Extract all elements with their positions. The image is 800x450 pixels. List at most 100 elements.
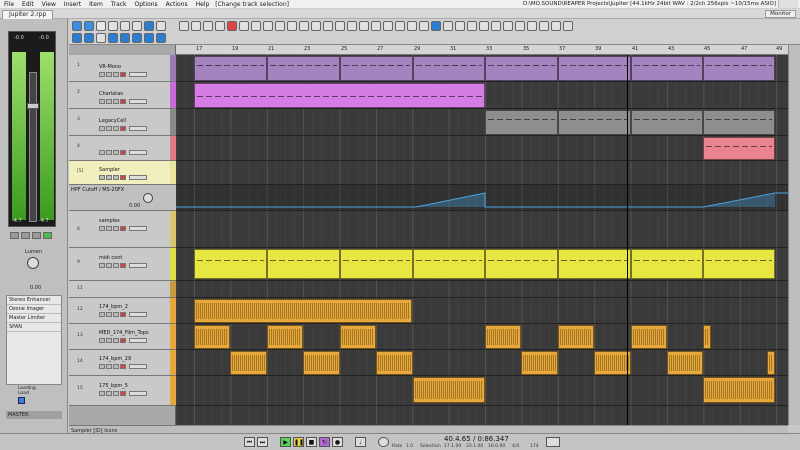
zoom-in-icon[interactable] bbox=[407, 21, 417, 31]
metronome-button[interactable]: ♩ bbox=[355, 437, 366, 447]
mute-item-icon[interactable] bbox=[359, 21, 369, 31]
open-project-icon[interactable] bbox=[84, 21, 94, 31]
window-controls[interactable] bbox=[778, 0, 798, 8]
track-name[interactable]: Sampler bbox=[99, 167, 120, 173]
undo-icon[interactable] bbox=[108, 21, 118, 31]
pause-button[interactable]: ❚❚ bbox=[293, 437, 304, 447]
midi-item[interactable] bbox=[631, 110, 703, 135]
track-row[interactable]: 6 samples bbox=[69, 211, 176, 248]
envelope-knob[interactable] bbox=[143, 193, 153, 203]
region-icon[interactable] bbox=[120, 33, 130, 43]
record-arm-icon[interactable] bbox=[227, 21, 237, 31]
track-fx-button[interactable] bbox=[99, 338, 105, 343]
tag-icon[interactable] bbox=[515, 21, 525, 31]
tempo-icon[interactable] bbox=[491, 21, 501, 31]
midi-item[interactable] bbox=[340, 249, 413, 279]
midi-item[interactable] bbox=[703, 137, 775, 160]
track-name[interactable]: 174_bpm_29 bbox=[99, 356, 131, 362]
routing-icon[interactable] bbox=[84, 33, 94, 43]
midi-item[interactable] bbox=[194, 56, 267, 81]
tab-project[interactable]: Jupiter 2.rpp bbox=[2, 10, 54, 19]
track-row[interactable]: 15 175_bpm_5 bbox=[69, 376, 176, 406]
track-solo-button[interactable] bbox=[113, 126, 119, 131]
track-name[interactable]: LegacyCell bbox=[99, 118, 126, 124]
stretch-icon[interactable] bbox=[299, 21, 309, 31]
audio-item[interactable] bbox=[413, 377, 485, 403]
track-row[interactable]: 4 bbox=[69, 136, 176, 161]
midi-item[interactable] bbox=[558, 56, 631, 81]
glue-icon[interactable] bbox=[239, 21, 249, 31]
track-mute-button[interactable] bbox=[106, 126, 112, 131]
redo-icon[interactable] bbox=[120, 21, 130, 31]
track-row[interactable]: 12 174_bpm_2 bbox=[69, 298, 176, 324]
menu-item[interactable]: Item bbox=[85, 1, 107, 8]
normalize-icon[interactable] bbox=[275, 21, 285, 31]
track-fx-button[interactable] bbox=[99, 150, 105, 155]
audio-item[interactable] bbox=[485, 325, 521, 349]
track-row[interactable]: 13 MED_174_Film_Tops bbox=[69, 324, 176, 350]
track-row[interactable]: 3 LegacyCell bbox=[69, 109, 176, 136]
zoom-out-icon[interactable] bbox=[419, 21, 429, 31]
track-rec-button[interactable] bbox=[120, 391, 126, 396]
crosshair-icon[interactable] bbox=[467, 21, 477, 31]
track-fx-button[interactable] bbox=[99, 126, 105, 131]
track-mute-button[interactable] bbox=[106, 338, 112, 343]
midi-item[interactable] bbox=[267, 249, 340, 279]
menu-actions[interactable]: Actions bbox=[162, 1, 192, 8]
track-row[interactable]: 9 midi cont bbox=[69, 248, 176, 281]
track-volume[interactable] bbox=[129, 391, 147, 396]
pitch-icon[interactable] bbox=[287, 21, 297, 31]
track-row[interactable]: 14 174_bpm_29 bbox=[69, 350, 176, 376]
audio-item[interactable] bbox=[521, 351, 558, 375]
snap-icon[interactable] bbox=[144, 21, 154, 31]
audio-item[interactable] bbox=[376, 351, 413, 375]
group-icon[interactable] bbox=[335, 21, 345, 31]
track-rec-button[interactable] bbox=[120, 99, 126, 104]
track-name[interactable]: 175_bpm_5 bbox=[99, 383, 128, 389]
stop-button[interactable]: ■ bbox=[306, 437, 317, 447]
sync-icon[interactable] bbox=[527, 21, 537, 31]
track-rec-button[interactable] bbox=[120, 263, 126, 268]
menu-view[interactable]: View bbox=[38, 1, 60, 8]
track-solo-button[interactable] bbox=[113, 72, 119, 77]
autoscroll-icon[interactable] bbox=[443, 21, 453, 31]
track-solo-button[interactable] bbox=[113, 226, 119, 231]
menu-edit[interactable]: Edit bbox=[18, 1, 38, 8]
track-volume[interactable] bbox=[129, 150, 147, 155]
track-rec-button[interactable] bbox=[120, 312, 126, 317]
vertical-scrollbar[interactable] bbox=[788, 45, 800, 425]
track-solo-button[interactable] bbox=[113, 99, 119, 104]
reverse-icon[interactable] bbox=[263, 21, 273, 31]
menu-insert[interactable]: Insert bbox=[60, 1, 85, 8]
menu-track[interactable]: Track bbox=[107, 1, 131, 8]
midi-item[interactable] bbox=[485, 56, 558, 81]
new-project-icon[interactable] bbox=[72, 21, 82, 31]
track-volume[interactable] bbox=[129, 263, 147, 268]
track-row[interactable]: [5] Sampler bbox=[69, 161, 176, 185]
color-icon[interactable] bbox=[371, 21, 381, 31]
track-mute-button[interactable] bbox=[106, 72, 112, 77]
track-mute-button[interactable] bbox=[106, 226, 112, 231]
audio-item[interactable] bbox=[631, 325, 667, 349]
audio-item[interactable] bbox=[703, 325, 711, 349]
track-rec-button[interactable] bbox=[120, 72, 126, 77]
master-checkbox[interactable] bbox=[18, 397, 25, 404]
midi-item[interactable] bbox=[194, 249, 267, 279]
track-volume[interactable] bbox=[129, 338, 147, 343]
track-solo-button[interactable] bbox=[113, 364, 119, 369]
play-button[interactable]: ▶ bbox=[280, 437, 291, 447]
track-name[interactable]: 174_bpm_2 bbox=[99, 304, 128, 310]
master-fx-button[interactable] bbox=[10, 232, 19, 239]
loop-icon[interactable] bbox=[479, 21, 489, 31]
list-icon[interactable] bbox=[539, 21, 549, 31]
midi-item[interactable] bbox=[413, 56, 485, 81]
track-fx-button[interactable] bbox=[99, 72, 105, 77]
menu-options[interactable]: Options bbox=[131, 1, 162, 8]
track-fx-button[interactable] bbox=[99, 364, 105, 369]
track-row[interactable]: 11 bbox=[69, 281, 176, 298]
midi-item[interactable] bbox=[485, 110, 558, 135]
track-solo-button[interactable] bbox=[113, 150, 119, 155]
midi-item[interactable] bbox=[194, 83, 485, 108]
track-name[interactable]: samples bbox=[99, 218, 120, 224]
track-volume[interactable] bbox=[129, 175, 147, 180]
